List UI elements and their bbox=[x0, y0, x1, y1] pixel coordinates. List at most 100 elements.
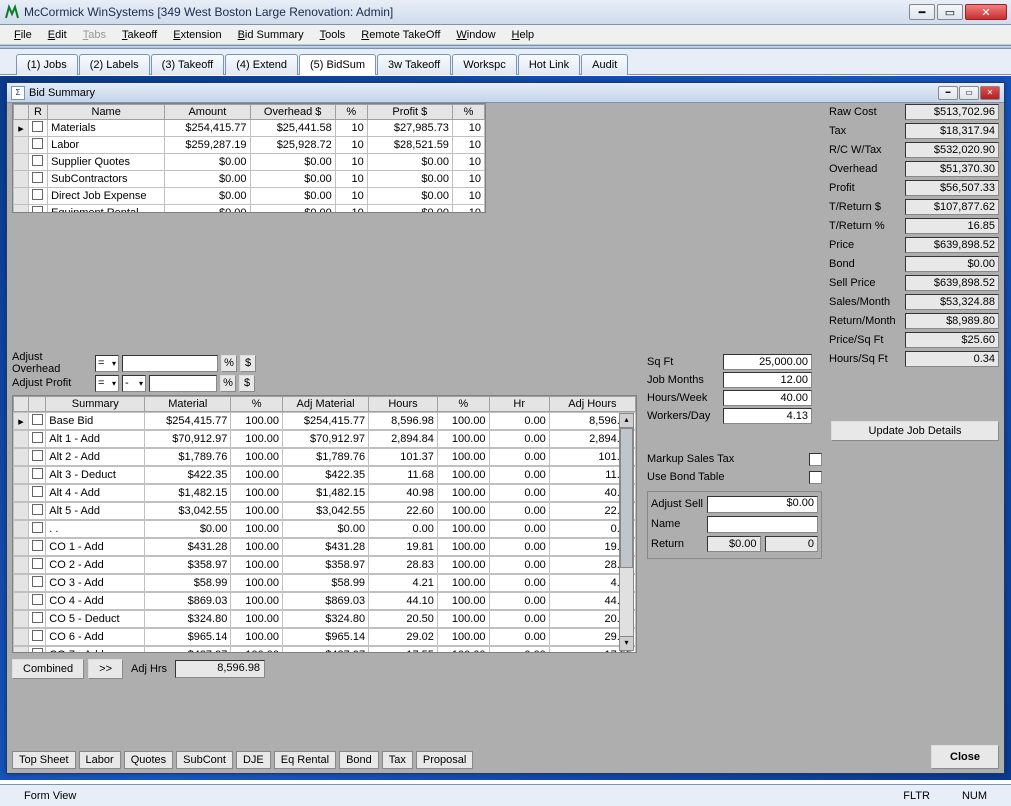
more-button[interactable]: >> bbox=[88, 659, 123, 679]
summary-value: $51,370.30 bbox=[905, 161, 999, 177]
combined-row: Combined >> Adj Hrs 8,596.98 bbox=[12, 659, 265, 679]
sub-tab-top-sheet[interactable]: Top Sheet bbox=[12, 751, 76, 769]
maximize-button[interactable]: ▭ bbox=[937, 4, 963, 20]
adjust-overhead-pct-button[interactable]: % bbox=[221, 355, 237, 372]
sub-tab-dje[interactable]: DJE bbox=[236, 751, 271, 769]
adj-hrs-value: 8,596.98 bbox=[175, 660, 265, 678]
window-title: McCormick WinSystems [349 West Boston La… bbox=[24, 5, 393, 19]
child-maximize-button[interactable]: ▭ bbox=[959, 86, 979, 100]
jobinfo-value[interactable]: 40.00 bbox=[723, 390, 812, 406]
jobinfo-value[interactable]: 25,000.00 bbox=[723, 354, 812, 370]
jobinfo-label: Job Months bbox=[647, 374, 723, 386]
adjust-overhead-op[interactable]: = bbox=[95, 355, 119, 372]
adjust-sell-label: Adjust Sell bbox=[651, 498, 703, 510]
sub-tab-proposal[interactable]: Proposal bbox=[416, 751, 473, 769]
summary-label: Hours/Sq Ft bbox=[829, 353, 905, 365]
summary-value: $0.00 bbox=[905, 256, 999, 272]
adjust-sell-input[interactable]: $0.00 bbox=[707, 496, 818, 513]
menu-remote-takeoff[interactable]: Remote TakeOff bbox=[355, 27, 446, 43]
child-minimize-button[interactable]: ━ bbox=[938, 86, 958, 100]
menu-edit[interactable]: Edit bbox=[42, 27, 73, 43]
summary-value: $532,020.90 bbox=[905, 142, 999, 158]
jobinfo-label: Workers/Day bbox=[647, 410, 723, 422]
main-tab-2[interactable]: (3) Takeoff bbox=[151, 54, 225, 75]
child-titlebar: Σ Bid Summary ━ ▭ ✕ bbox=[7, 83, 1004, 103]
adjust-profit-op[interactable]: = bbox=[95, 375, 119, 392]
summary-value: $639,898.52 bbox=[905, 237, 999, 253]
main-tab-4[interactable]: (5) BidSum bbox=[299, 54, 376, 75]
summary-value: $639,898.52 bbox=[905, 275, 999, 291]
jobinfo-label: Sq Ft bbox=[647, 356, 723, 368]
bid-summary-window: Σ Bid Summary ━ ▭ ✕ RNameAmountOverhead … bbox=[6, 82, 1005, 774]
menu-file[interactable]: File bbox=[8, 27, 38, 43]
menu-extension[interactable]: Extension bbox=[167, 27, 227, 43]
summary-grid-scrollbar[interactable]: ▴ ▾ bbox=[619, 413, 634, 651]
update-job-details-button[interactable]: Update Job Details bbox=[831, 421, 999, 441]
minimize-button[interactable]: ━ bbox=[909, 4, 935, 20]
child-icon: Σ bbox=[11, 86, 25, 100]
adjust-profit-sign[interactable]: - bbox=[122, 375, 146, 392]
adj-hrs-label: Adj Hrs bbox=[127, 663, 171, 675]
menubar: FileEditTabsTakeoffExtension Bid SummaryT… bbox=[0, 25, 1011, 45]
menu-tabs: Tabs bbox=[77, 27, 112, 43]
summary-label: Raw Cost bbox=[829, 106, 905, 118]
summary-label: T/Return $ bbox=[829, 201, 905, 213]
main-tab-6[interactable]: Workspc bbox=[452, 54, 517, 75]
summary-value: $18,317.94 bbox=[905, 123, 999, 139]
jobinfo-value[interactable]: 12.00 bbox=[723, 372, 812, 388]
adjust-sell-name-input[interactable] bbox=[707, 516, 818, 533]
summary-label: R/C W/Tax bbox=[829, 144, 905, 156]
menu-tools[interactable]: Tools bbox=[314, 27, 352, 43]
sub-tab-quotes[interactable]: Quotes bbox=[124, 751, 173, 769]
menu-window[interactable]: Window bbox=[450, 27, 501, 43]
close-button[interactable]: ✕ bbox=[965, 4, 1007, 20]
adjust-profit-pct-button[interactable]: % bbox=[220, 375, 236, 392]
sub-tab-tax[interactable]: Tax bbox=[382, 751, 413, 769]
close-panel-button[interactable]: Close bbox=[931, 745, 999, 769]
app-logo-icon bbox=[4, 4, 20, 20]
statusbar: Form View FLTR NUM bbox=[0, 784, 1011, 806]
summary-value: $25.60 bbox=[905, 332, 999, 348]
combined-button[interactable]: Combined bbox=[12, 659, 84, 679]
summary-label: Sell Price bbox=[829, 277, 905, 289]
summary-value: $8,989.80 bbox=[905, 313, 999, 329]
sub-tab-eq-rental[interactable]: Eq Rental bbox=[274, 751, 336, 769]
main-tab-7[interactable]: Hot Link bbox=[518, 54, 580, 75]
categories-grid[interactable]: RNameAmountOverhead $%Profit $%▸Material… bbox=[12, 103, 486, 213]
adjust-profit-input[interactable] bbox=[149, 375, 217, 392]
scroll-up-icon[interactable]: ▴ bbox=[620, 414, 633, 428]
adjust-profit-dollar-button[interactable]: $ bbox=[239, 375, 255, 392]
markup-sales-tax-label: Markup Sales Tax bbox=[647, 453, 809, 465]
adjust-overhead-dollar-button[interactable]: $ bbox=[240, 355, 256, 372]
summary-value: 0.34 bbox=[905, 351, 999, 367]
use-bond-table-checkbox[interactable] bbox=[809, 471, 822, 484]
adjust-sell-name-label: Name bbox=[651, 518, 703, 530]
summary-label: Price bbox=[829, 239, 905, 251]
child-close-button[interactable]: ✕ bbox=[980, 86, 1000, 100]
scroll-down-icon[interactable]: ▾ bbox=[620, 636, 633, 650]
main-tab-1[interactable]: (2) Labels bbox=[79, 54, 150, 75]
jobinfo-label: Hours/Week bbox=[647, 392, 723, 404]
summary-grid[interactable]: SummaryMaterial%Adj MaterialHours%HrAdj … bbox=[12, 395, 637, 653]
sub-tab-subcont[interactable]: SubCont bbox=[176, 751, 233, 769]
markup-sales-tax-checkbox[interactable] bbox=[809, 453, 822, 466]
summary-value: $107,877.62 bbox=[905, 199, 999, 215]
summary-value: $513,702.96 bbox=[905, 104, 999, 120]
adjust-profit-label: Adjust Profit bbox=[12, 377, 92, 389]
menu-bid-summary[interactable]: Bid Summary bbox=[232, 27, 310, 43]
scroll-thumb[interactable] bbox=[620, 428, 633, 568]
main-tab-0[interactable]: (1) Jobs bbox=[16, 54, 78, 75]
jobinfo-value[interactable]: 4.13 bbox=[723, 408, 812, 424]
main-tab-5[interactable]: 3w Takeoff bbox=[377, 54, 451, 75]
main-tab-3[interactable]: (4) Extend bbox=[225, 54, 298, 75]
summary-value: $56,507.33 bbox=[905, 180, 999, 196]
main-tab-8[interactable]: Audit bbox=[581, 54, 628, 75]
summary-value: $53,324.88 bbox=[905, 294, 999, 310]
menu-takeoff[interactable]: Takeoff bbox=[116, 27, 163, 43]
sub-tab-labor[interactable]: Labor bbox=[79, 751, 121, 769]
status-left: Form View bbox=[8, 790, 92, 802]
adjust-overhead-input[interactable] bbox=[122, 355, 218, 372]
menu-help[interactable]: Help bbox=[506, 27, 541, 43]
sub-tab-bond[interactable]: Bond bbox=[339, 751, 379, 769]
summary-label: Return/Month bbox=[829, 315, 905, 327]
